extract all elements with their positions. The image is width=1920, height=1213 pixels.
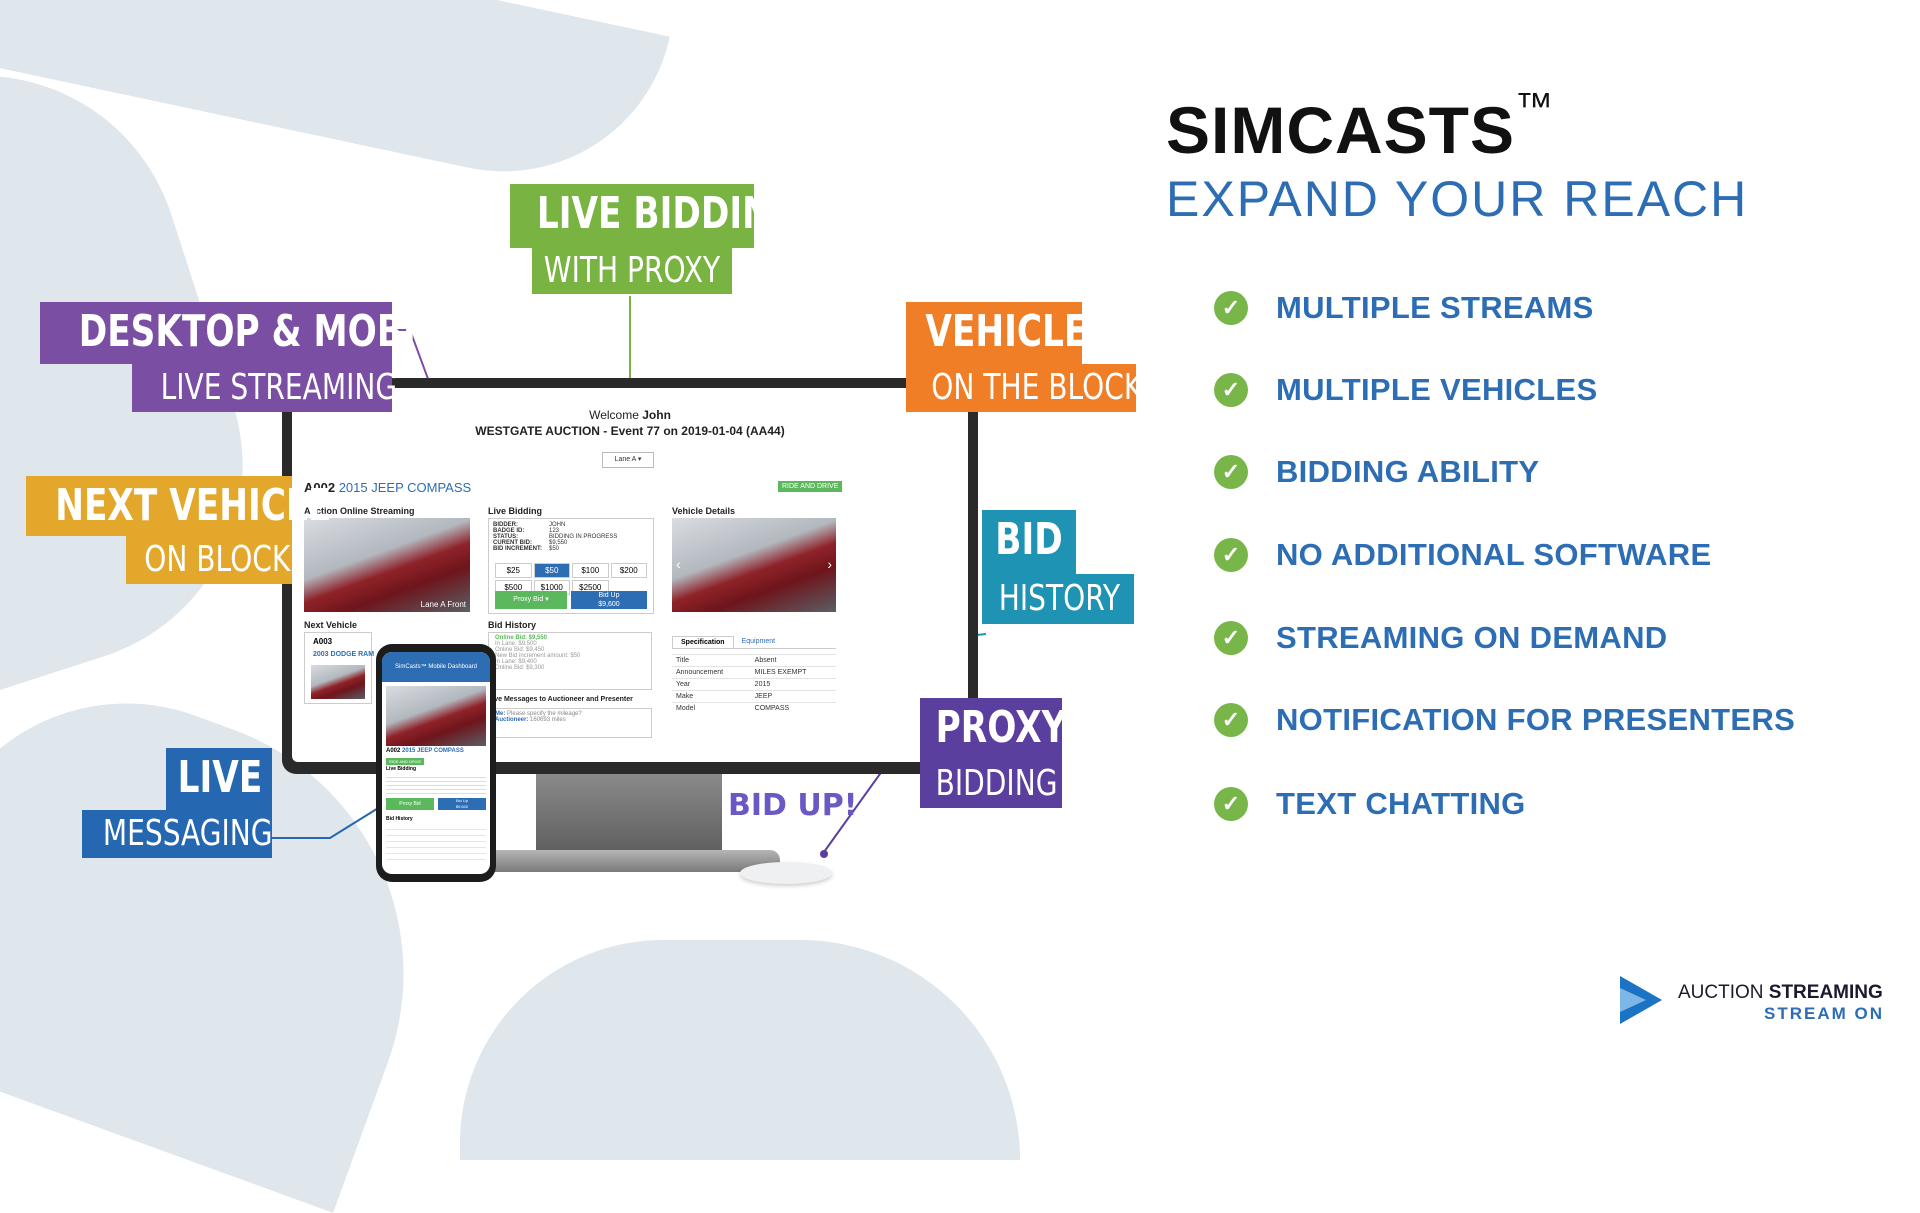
mobile-stream-video[interactable]: [386, 686, 486, 746]
mobile-bid-info: [386, 774, 486, 794]
bid-up-button[interactable]: Bid Up $9,600: [571, 591, 647, 609]
callout-live-bidding-title: LIVE BIDDING: [536, 188, 800, 239]
table-row: Announcement MILES EXEMPT: [672, 666, 836, 679]
next-vehicle-heading: Next Vehicle: [304, 620, 358, 630]
callout-next-vehicle-title: NEXT VEHICLE: [55, 480, 332, 531]
connector-dot-proxy-bidding: [820, 850, 828, 858]
callout-next-vehicle: NEXT VEHICLE ON BLOCK: [26, 476, 332, 584]
table-row: Make JEEP: [672, 690, 836, 703]
table-row: Year 2015: [672, 678, 836, 691]
callout-proxy-bidding: PROXY BIDDING: [920, 698, 1067, 808]
bid-up-text: BID UP!: [728, 788, 858, 823]
callout-live-messaging-title: LIVE: [177, 752, 263, 803]
mobile-bid-history-heading: Bid History: [386, 816, 413, 822]
callout-bid-history-subtitle: HISTORY: [998, 578, 1121, 619]
computer-mouse: [740, 862, 832, 884]
callout-desktop-mobile-title: DESKTOP & MOBILE: [78, 306, 462, 357]
spec-tabs: Specification Equipment: [672, 636, 836, 649]
live-stream-video[interactable]: Lane A Front: [304, 518, 470, 612]
messages-box: Me: Please specify the mileage? Auctione…: [488, 708, 652, 738]
callout-live-bidding-subtitle: WITH PROXY: [543, 250, 721, 291]
spec-table: Title Absent Announcement MILES EXEMPT Yea…: [672, 654, 836, 714]
next-vehicle-card[interactable]: A003 2003 DODGE RAM: [304, 632, 375, 704]
callout-bid-history: BID HISTORY: [982, 510, 1134, 624]
callout-vehicle-block-subtitle: ON THE BLOCK: [931, 367, 1143, 408]
message-item: Auctioneer: 160693 miles: [495, 717, 566, 723]
mobile-lot: A002 2015 JEEP COMPASS: [386, 748, 464, 754]
next-vehicle-name: 2003 DODGE RAM: [313, 651, 375, 658]
mobile-bid-history-list: [386, 824, 486, 864]
vehicle-details-heading: Vehicle Details: [672, 506, 736, 516]
callout-live-messaging-subtitle: MESSAGING: [102, 813, 273, 854]
vehicle-photo[interactable]: ‹ ›: [672, 518, 836, 612]
current-vehicle-name: 2015 JEEP COMPASS: [338, 480, 472, 495]
callout-vehicle-block: VEHICLE ON THE BLOCK: [906, 302, 1143, 412]
event-title: WESTGATE AUCTION - Event 77 on 2019-01-0…: [475, 424, 785, 438]
increment-button-selected[interactable]: $50: [533, 563, 570, 578]
monitor-stand: [536, 774, 722, 854]
mobile-badge: RIDE AND DRIVE: [386, 758, 425, 765]
mobile-bid-up-button[interactable]: Bid Up $9,600: [438, 798, 486, 810]
next-vehicle-photo: [311, 665, 365, 699]
table-row: Title Absent: [672, 654, 836, 667]
increment-button[interactable]: $25: [495, 563, 532, 578]
messages-heading: Live Messages to Auctioneer and Presente…: [488, 696, 633, 703]
proxy-bid-button[interactable]: Proxy Bid ▾: [495, 591, 567, 609]
bid-info-row: BID INCREMENT: $50: [493, 546, 560, 552]
increment-button[interactable]: $200: [610, 563, 647, 578]
chevron-right-icon[interactable]: ›: [827, 556, 832, 572]
callout-vehicle-block-title: VEHICLE: [925, 306, 1088, 357]
bid-history-list: Online Bid: $9,550 In Lane: $9,500 Onlin…: [488, 632, 652, 690]
stream-caption: Lane A Front: [420, 600, 466, 609]
lane-select[interactable]: Lane A ▾: [602, 452, 654, 468]
mobile-app-bar: SimCasts™ Mobile Dashboard: [382, 652, 490, 682]
bid-info: BIDDER: JOHN BADGE ID: 123 STATUS: BIDDING …: [493, 522, 649, 552]
bid-history-item: Online Bid: $9,300: [495, 665, 545, 671]
bid-history-heading: Bid History: [488, 620, 537, 630]
increment-button[interactable]: $100: [572, 563, 609, 578]
callout-bid-history-title: BID: [995, 514, 1063, 565]
logo-tagline: STREAM ON: [1764, 1004, 1884, 1023]
live-bidding-heading: Live Bidding: [488, 506, 542, 516]
callout-next-vehicle-subtitle: ON BLOCK: [144, 539, 291, 580]
auction-streaming-logo-icon: [1620, 976, 1662, 1024]
next-lot: A003: [313, 637, 333, 646]
tab-specification[interactable]: Specification: [672, 636, 734, 648]
mobile-dashboard: SimCasts™ Mobile Dashboard A002 2015 JEE…: [382, 652, 490, 874]
live-bidding-panel: BIDDER: JOHN BADGE ID: 123 STATUS: BIDDING …: [488, 518, 654, 614]
mobile-proxy-bid-button[interactable]: Proxy Bid: [386, 798, 434, 810]
ride-drive-badge: RIDE AND DRIVE: [778, 481, 843, 492]
table-row: Model COMPASS: [672, 702, 836, 714]
welcome-line: Welcome John: [589, 408, 671, 422]
mobile-live-bidding-heading: Live Bidding: [386, 766, 416, 772]
callout-live-bidding: LIVE BIDDING WITH PROXY: [510, 184, 800, 294]
callout-proxy-bidding-subtitle: BIDDING: [935, 763, 1058, 804]
tab-equipment[interactable]: Equipment: [734, 636, 783, 648]
callout-desktop-mobile: DESKTOP & MOBILE LIVE STREAMING: [40, 302, 462, 412]
callout-proxy-bidding-title: PROXY: [935, 702, 1067, 753]
monitor-base: [480, 850, 780, 872]
mobile-phone: SimCasts™ Mobile Dashboard A002 2015 JEE…: [376, 644, 496, 882]
logo-wordmark: AUCTION STREAMING: [1678, 982, 1883, 1003]
chevron-left-icon[interactable]: ‹: [676, 556, 681, 572]
callout-desktop-mobile-subtitle: LIVE STREAMING: [160, 367, 398, 408]
callout-live-messaging: LIVE MESSAGING: [82, 748, 273, 858]
